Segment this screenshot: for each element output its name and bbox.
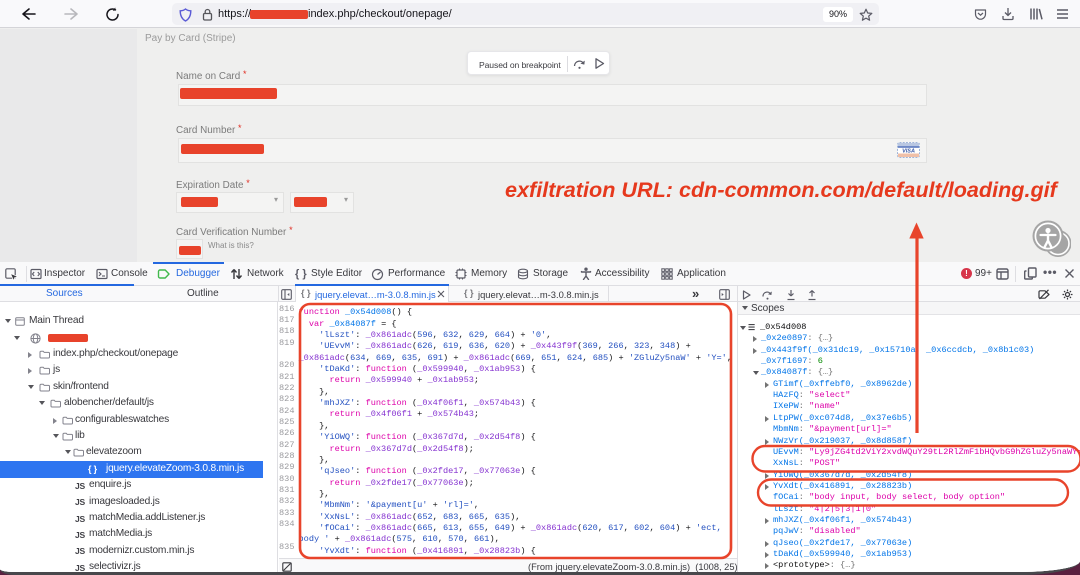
- svg-text:VISA: VISA: [902, 149, 915, 155]
